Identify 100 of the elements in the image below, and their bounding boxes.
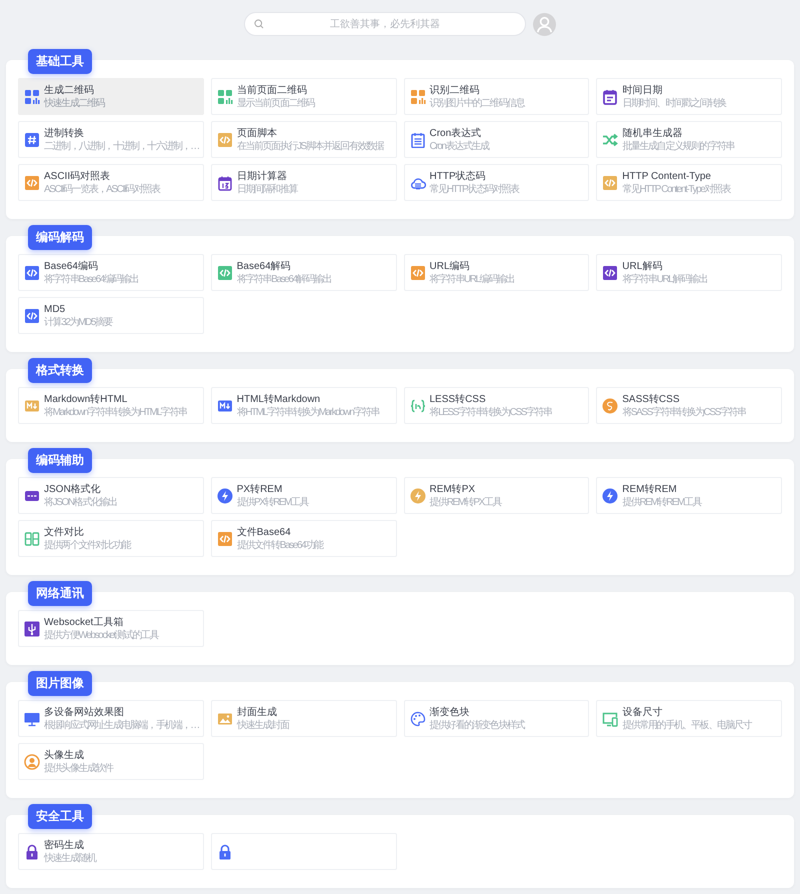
section-badge: 基础工具	[28, 49, 92, 74]
tool-description: 提供好看的渐变色块样式	[430, 720, 524, 732]
tool-card[interactable]: HTTP状态码 常见HTTP状态码对照表	[404, 164, 590, 201]
tool-card[interactable]: HTML转Markdown 将HTML字符串转换为Markdown字符串	[210, 387, 396, 424]
tool-card[interactable]: Cron表达式 Cron表达式生成	[404, 121, 590, 158]
tool-description: 将HTML字符串转换为Markdown字符串	[236, 406, 380, 418]
tool-description: 快速生成随机	[44, 852, 96, 864]
section-badge: 编码解码	[28, 225, 92, 250]
tool-title: URL解码	[622, 260, 664, 272]
tool-card[interactable]: LESS转CSS 将LESS字符串转换为CSS字符串	[404, 387, 590, 424]
tool-title: 进制转换	[44, 126, 85, 140]
tool-card[interactable]: MD5 计算32为MD5摘要	[18, 297, 204, 334]
tool-card[interactable]: Websocket工具箱 提供方便Websocket测试的工具	[18, 610, 204, 647]
tool-card[interactable]: Base64解码 将字符串Base64解码输出	[210, 254, 396, 291]
tool-description: 将Markdown字符串转换为HTML字符串	[44, 406, 187, 418]
tool-description: Cron表达式生成	[430, 140, 489, 152]
tool-description: 提供头像生成软件	[44, 762, 113, 774]
tool-card[interactable]: 封面生成 快速生成封面	[210, 700, 396, 737]
tool-description: 常见HTTP状态码对照表	[430, 184, 519, 196]
tool-title: HTML转Markdown	[236, 392, 322, 406]
search-icon	[254, 19, 264, 29]
tool-description: 提供文件转Base64功能	[236, 540, 322, 552]
tool-title: 封面生成	[236, 706, 278, 718]
tool-description: 日期时间、时间戳之间转换	[622, 98, 726, 110]
tool-description: 根据响应式网址生成电脑端，手机端，…	[44, 720, 199, 732]
tool-card[interactable]: 随机串生成器 批量生成自定义规则的字符串	[596, 121, 782, 158]
tool-card[interactable]: URL编码 将字符串URL编码输出	[404, 254, 590, 291]
tool-description: 将字符串Base64解码输出	[236, 274, 332, 286]
tool-card[interactable]: ASCII码对照表 ASCII码一览表，ASCII码对照表	[18, 164, 204, 201]
tool-title: 日期计算器	[236, 170, 288, 182]
tool-card[interactable]: REM转PX 提供REM转PX工具	[404, 477, 590, 514]
tool-description: 快速生成封面	[236, 720, 288, 732]
tool-title: Websocket工具箱	[44, 616, 124, 628]
tool-description: 批量生成自定义规则的字符串	[622, 140, 734, 152]
tool-card[interactable]: 渐变色块 提供好看的渐变色块样式	[404, 700, 590, 737]
tool-title: SASS转CSS	[622, 392, 680, 406]
section-badge: 编码辅助	[28, 448, 92, 473]
tool-description: 识别图片中的二维码信息	[430, 98, 524, 110]
tool-title: 头像生成	[44, 748, 85, 762]
tool-card[interactable]: 进制转换 二进制，八进制，十进制，十六进制，…	[18, 121, 204, 158]
tool-title: Cron表达式	[430, 126, 482, 140]
tool-card[interactable]: 设备尺寸 提供常用的手机、平板、电脑尺寸	[596, 700, 782, 737]
tool-title: HTTP Content-Type	[622, 170, 712, 182]
tool-title: 随机串生成器	[622, 126, 684, 140]
tool-card[interactable]	[210, 833, 396, 870]
tool-card[interactable]: REM转REM 提供REM转REM工具	[596, 477, 782, 514]
tool-description: 快速生成二维码	[44, 98, 104, 110]
tool-card[interactable]: 多设备网站效果图 根据响应式网址生成电脑端，手机端，…	[18, 700, 204, 737]
tool-card[interactable]: 头像生成 提供头像生成软件	[18, 743, 204, 780]
tool-description: 将字符串Base64编码输出	[44, 274, 138, 286]
tool-card[interactable]: Markdown转HTML 将Markdown字符串转换为HTML字符串	[18, 387, 204, 424]
tool-card[interactable]: URL解码 将字符串URL解码输出	[596, 254, 782, 291]
tool-title: 设备尺寸	[622, 706, 664, 718]
tool-card[interactable]: 密码生成 快速生成随机	[18, 833, 204, 870]
tool-title: MD5	[44, 302, 66, 316]
tool-title: REM转REM	[622, 482, 678, 496]
tool-description: 在当前页面执行JS脚本并返回有效数据	[236, 140, 384, 152]
tool-card[interactable]: 当前页面二维码 显示当前页面二维码	[210, 78, 396, 115]
tool-description: 将字符串URL编码输出	[430, 274, 514, 286]
tool-title: ASCII码对照表	[44, 170, 112, 182]
tool-card[interactable]: 生成二维码 快速生成二维码	[18, 78, 204, 115]
tool-description: ASCII码一览表，ASCII码对照表	[44, 184, 160, 196]
tool-description: 提供方便Websocket测试的工具	[44, 630, 158, 642]
tool-card[interactable]: Base64编码 将字符串Base64编码输出	[18, 254, 204, 291]
tool-title: URL编码	[430, 260, 471, 272]
tool-description: 提供PX转REM工具	[236, 496, 308, 508]
section-badge: 图片图像	[28, 671, 92, 696]
tool-title: 渐变色块	[430, 706, 470, 718]
avatar-icon[interactable]	[533, 12, 556, 36]
tool-title: 文件Base64	[236, 526, 292, 538]
tool-title: 时间日期	[622, 84, 664, 96]
tool-description: 将LESS字符串转换为CSS字符串	[430, 406, 552, 418]
tool-description: 日期间隔和推算	[236, 184, 297, 196]
tool-description: 计算32为MD5摘要	[44, 316, 112, 328]
tool-card[interactable]: 识别二维码 识别图片中的二维码信息	[404, 78, 590, 115]
tool-card[interactable]: HTTP Content-Type 常见HTTP Content-Type对照表	[596, 164, 782, 201]
section-badge: 网络通讯	[28, 581, 92, 606]
tool-card[interactable]: 日期计算器 日期间隔和推算	[210, 164, 396, 201]
tool-title: REM转PX	[430, 482, 476, 496]
tool-description: 二进制，八进制，十进制，十六进制，…	[44, 140, 199, 152]
tool-card[interactable]: 页面脚本 在当前页面执行JS脚本并返回有效数据	[210, 121, 396, 158]
tool-title: 当前页面二维码	[236, 84, 308, 96]
tool-title: HTTP状态码	[430, 170, 487, 182]
tool-title: 页面脚本	[236, 126, 278, 140]
tool-title: Markdown转HTML	[44, 392, 128, 406]
tool-description: 将字符串URL解码输出	[622, 274, 707, 286]
tool-card[interactable]: 文件对比 提供两个文件对比功能	[18, 520, 204, 557]
tool-title: JSON格式化	[44, 482, 102, 496]
tool-description: 提供REM转PX工具	[430, 496, 502, 508]
search-field[interactable]: 工欲善其事，必先利其器	[244, 12, 526, 36]
tool-card[interactable]: SASS转CSS 将SASS字符串转换为CSS字符串	[596, 387, 782, 424]
tool-title: Base64编码	[44, 260, 99, 272]
tool-card[interactable]: 时间日期 日期时间、时间戳之间转换	[596, 78, 782, 115]
tool-title: 密码生成	[44, 838, 85, 852]
tool-card[interactable]: PX转REM 提供PX转REM工具	[210, 477, 396, 514]
tool-card[interactable]: 文件Base64 提供文件转Base64功能	[210, 520, 396, 557]
section-badge: 格式转换	[28, 358, 92, 383]
tool-card[interactable]: JSON格式化 将JSON格式化输出	[18, 477, 204, 514]
tool-title: 多设备网站效果图	[44, 706, 125, 718]
section-badge: 安全工具	[28, 804, 92, 829]
